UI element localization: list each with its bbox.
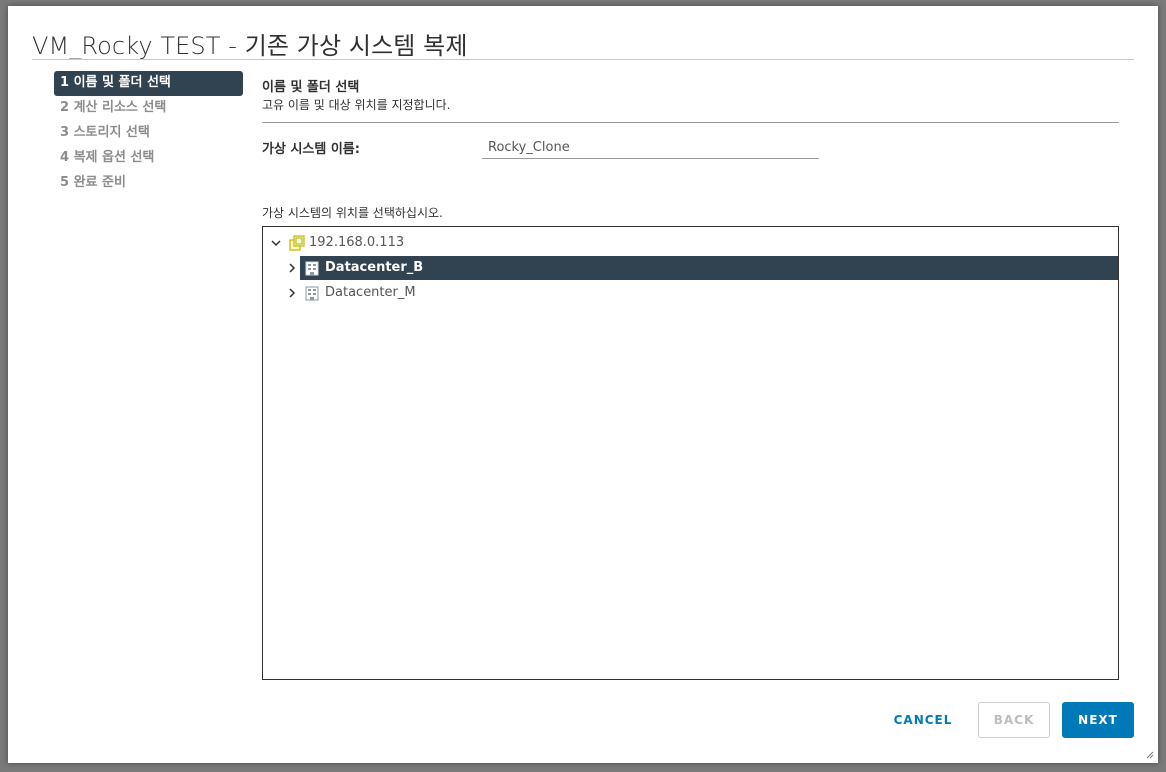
title-divider [32,59,1134,60]
step-name-folder[interactable]: 1 이름 및 폴더 선택 [54,71,243,96]
resize-handle-icon[interactable] [1144,749,1154,759]
vcenter-icon [289,235,305,251]
wizard-steps: 1 이름 및 폴더 선택 2 계산 리소스 선택 3 스토리지 선택 4 복제 … [54,71,243,196]
step-compute-resource[interactable]: 2 계산 리소스 선택 [54,96,243,121]
section-divider [262,122,1119,123]
next-button[interactable]: NEXT [1062,702,1134,738]
wizard-content: 이름 및 폴더 선택 고유 이름 및 대상 위치를 지정합니다. 가상 시스템 … [262,76,1119,680]
vm-name-input[interactable] [482,136,819,159]
tree-node-label: Datacenter_B [325,260,424,275]
tree-node-selected-row[interactable]: Datacenter_B [300,256,1118,280]
cancel-button[interactable]: CANCEL [882,702,964,738]
tree-node-datacenter[interactable]: Datacenter_M [285,281,1118,305]
section-title: 이름 및 폴더 선택 [262,80,360,95]
back-button[interactable]: BACK [978,702,1050,738]
tree-node-label: 192.168.0.113 [309,235,405,250]
datacenter-icon [304,260,320,276]
datacenter-icon [304,285,320,301]
chevron-right-icon[interactable] [285,256,299,280]
tree-node-label: Datacenter_M [325,285,416,300]
step-storage[interactable]: 3 스토리지 선택 [54,121,243,146]
tree-node-vcenter[interactable]: 192.168.0.113 [263,231,1118,255]
section-subtitle: 고유 이름 및 대상 위치를 지정합니다. [262,98,451,112]
chevron-down-icon[interactable] [269,231,283,255]
location-label: 가상 시스템의 위치를 선택하십시오. [262,206,443,220]
chevron-right-icon[interactable] [285,281,299,305]
vm-name-label: 가상 시스템 이름: [262,142,360,157]
location-tree[interactable]: 192.168.0.113 Datacenter_B Datacenter_M [262,226,1119,680]
dialog-title: VM_Rocky TEST - 기존 가상 시스템 복제 [32,32,468,60]
clone-vm-dialog: VM_Rocky TEST - 기존 가상 시스템 복제 1 이름 및 폴더 선… [8,6,1158,763]
step-ready-complete[interactable]: 5 완료 준비 [54,171,243,196]
step-clone-options[interactable]: 4 복제 옵션 선택 [54,146,243,171]
